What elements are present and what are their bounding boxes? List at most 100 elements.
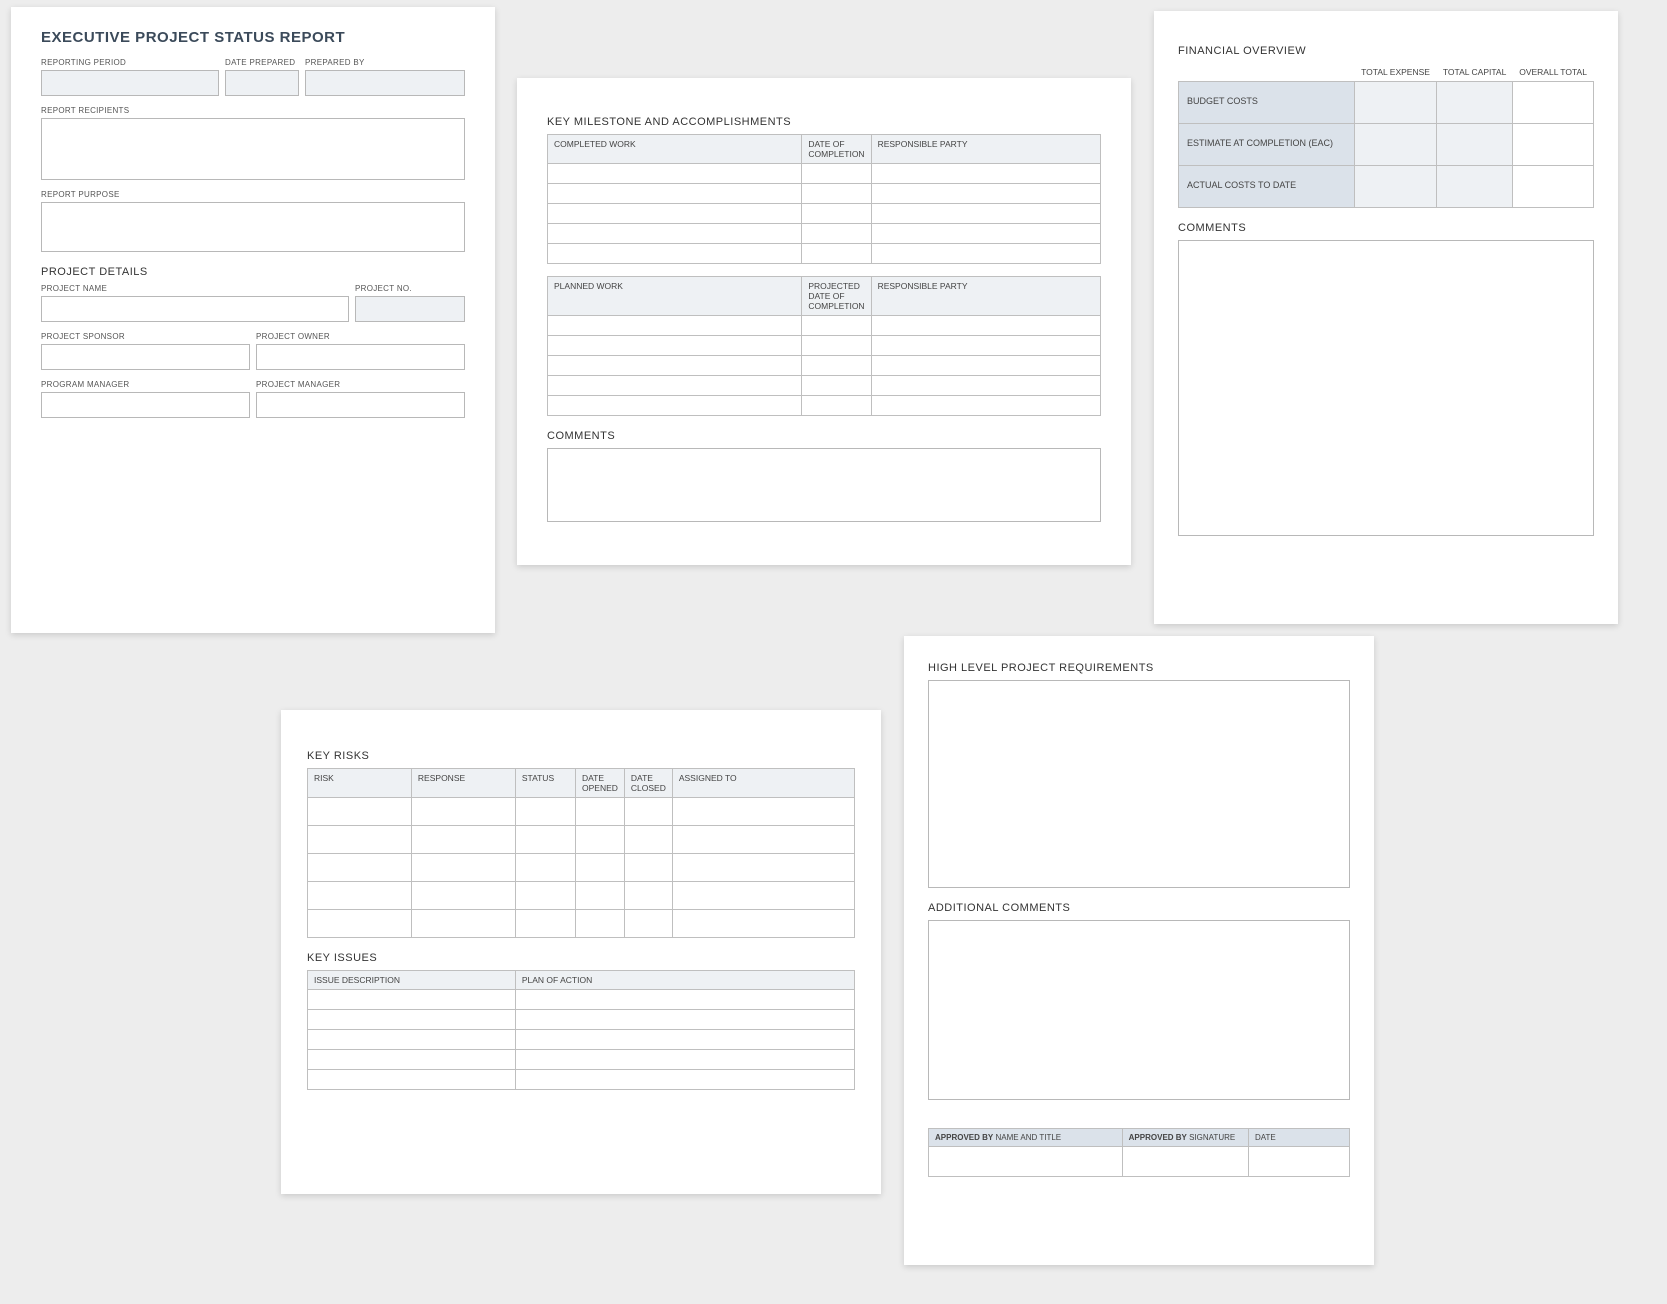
approved-name-input[interactable] — [929, 1147, 1123, 1177]
approved-date-input[interactable] — [1248, 1147, 1349, 1177]
cell-plan[interactable] — [515, 990, 854, 1010]
cell-plan[interactable] — [515, 1010, 854, 1030]
cell-status[interactable] — [515, 854, 575, 882]
cell-plan[interactable] — [515, 1070, 854, 1090]
cell-status[interactable] — [515, 826, 575, 854]
actual-capital-cell[interactable] — [1437, 166, 1513, 208]
actual-total-cell[interactable] — [1513, 166, 1594, 208]
cell-party[interactable] — [871, 376, 1100, 396]
cell-party[interactable] — [871, 224, 1100, 244]
cell-work[interactable] — [548, 396, 802, 416]
cell-date[interactable] — [802, 184, 871, 204]
date-prepared-input[interactable] — [225, 70, 299, 96]
cell-opened[interactable] — [576, 826, 625, 854]
actual-costs-label: ACTUAL COSTS TO DATE — [1179, 166, 1355, 208]
cell-opened[interactable] — [576, 854, 625, 882]
cell-party[interactable] — [871, 244, 1100, 264]
cell-date[interactable] — [802, 224, 871, 244]
cell-work[interactable] — [548, 336, 802, 356]
reporting-period-input[interactable] — [41, 70, 219, 96]
cell-risk[interactable] — [308, 826, 412, 854]
cell-opened[interactable] — [576, 910, 625, 938]
cell-date[interactable] — [802, 164, 871, 184]
eac-capital-cell[interactable] — [1437, 124, 1513, 166]
cell-closed[interactable] — [624, 910, 672, 938]
cell-opened[interactable] — [576, 882, 625, 910]
cell-party[interactable] — [871, 336, 1100, 356]
cell-status[interactable] — [515, 798, 575, 826]
eac-expense-cell[interactable] — [1355, 124, 1437, 166]
cell-closed[interactable] — [624, 854, 672, 882]
cell-desc[interactable] — [308, 1010, 516, 1030]
cell-work[interactable] — [548, 224, 802, 244]
cell-date[interactable] — [802, 244, 871, 264]
cell-date[interactable] — [802, 204, 871, 224]
requirements-input[interactable] — [928, 680, 1350, 888]
cell-desc[interactable] — [308, 1030, 516, 1050]
cell-work[interactable] — [548, 164, 802, 184]
approved-sig-input[interactable] — [1122, 1147, 1248, 1177]
cell-response[interactable] — [411, 910, 515, 938]
cell-risk[interactable] — [308, 910, 412, 938]
cell-desc[interactable] — [308, 1050, 516, 1070]
cell-closed[interactable] — [624, 798, 672, 826]
cell-work[interactable] — [548, 356, 802, 376]
project-sponsor-input[interactable] — [41, 344, 250, 370]
cell-status[interactable] — [515, 910, 575, 938]
cell-risk[interactable] — [308, 854, 412, 882]
additional-comments-input[interactable] — [928, 920, 1350, 1100]
budget-total-cell[interactable] — [1513, 82, 1594, 124]
budget-expense-cell[interactable] — [1355, 82, 1437, 124]
cell-party[interactable] — [871, 184, 1100, 204]
cell-plan[interactable] — [515, 1030, 854, 1050]
project-manager-input[interactable] — [256, 392, 465, 418]
cell-date[interactable] — [802, 316, 871, 336]
cell-party[interactable] — [871, 164, 1100, 184]
cell-desc[interactable] — [308, 1070, 516, 1090]
cell-closed[interactable] — [624, 826, 672, 854]
cell-date[interactable] — [802, 356, 871, 376]
cell-date[interactable] — [802, 396, 871, 416]
cell-opened[interactable] — [576, 798, 625, 826]
project-name-input[interactable] — [41, 296, 349, 322]
cell-party[interactable] — [871, 316, 1100, 336]
cell-party[interactable] — [871, 204, 1100, 224]
cell-date[interactable] — [802, 336, 871, 356]
table-row — [308, 1070, 855, 1090]
cell-risk[interactable] — [308, 798, 412, 826]
cell-desc[interactable] — [308, 990, 516, 1010]
cell-response[interactable] — [411, 854, 515, 882]
actual-expense-cell[interactable] — [1355, 166, 1437, 208]
cell-work[interactable] — [548, 376, 802, 396]
budget-capital-cell[interactable] — [1437, 82, 1513, 124]
cell-assigned[interactable] — [672, 798, 854, 826]
cell-party[interactable] — [871, 356, 1100, 376]
cell-assigned[interactable] — [672, 882, 854, 910]
cell-work[interactable] — [548, 184, 802, 204]
project-owner-input[interactable] — [256, 344, 465, 370]
cell-assigned[interactable] — [672, 910, 854, 938]
cell-work[interactable] — [548, 316, 802, 336]
cell-plan[interactable] — [515, 1050, 854, 1070]
cell-assigned[interactable] — [672, 854, 854, 882]
cell-risk[interactable] — [308, 882, 412, 910]
cell-status[interactable] — [515, 882, 575, 910]
report-recipients-input[interactable] — [41, 118, 465, 180]
cell-closed[interactable] — [624, 882, 672, 910]
eac-total-cell[interactable] — [1513, 124, 1594, 166]
report-purpose-input[interactable] — [41, 202, 465, 252]
financial-comments-input[interactable] — [1178, 240, 1594, 536]
prepared-by-input[interactable] — [305, 70, 465, 96]
milestone-comments-input[interactable] — [547, 448, 1101, 522]
program-manager-input[interactable] — [41, 392, 250, 418]
planned-work-table: PLANNED WORK PROJECTED DATE OF COMPLETIO… — [547, 276, 1101, 416]
cell-response[interactable] — [411, 882, 515, 910]
cell-party[interactable] — [871, 396, 1100, 416]
cell-assigned[interactable] — [672, 826, 854, 854]
project-no-input[interactable] — [355, 296, 465, 322]
cell-response[interactable] — [411, 798, 515, 826]
cell-work[interactable] — [548, 204, 802, 224]
cell-date[interactable] — [802, 376, 871, 396]
cell-response[interactable] — [411, 826, 515, 854]
cell-work[interactable] — [548, 244, 802, 264]
